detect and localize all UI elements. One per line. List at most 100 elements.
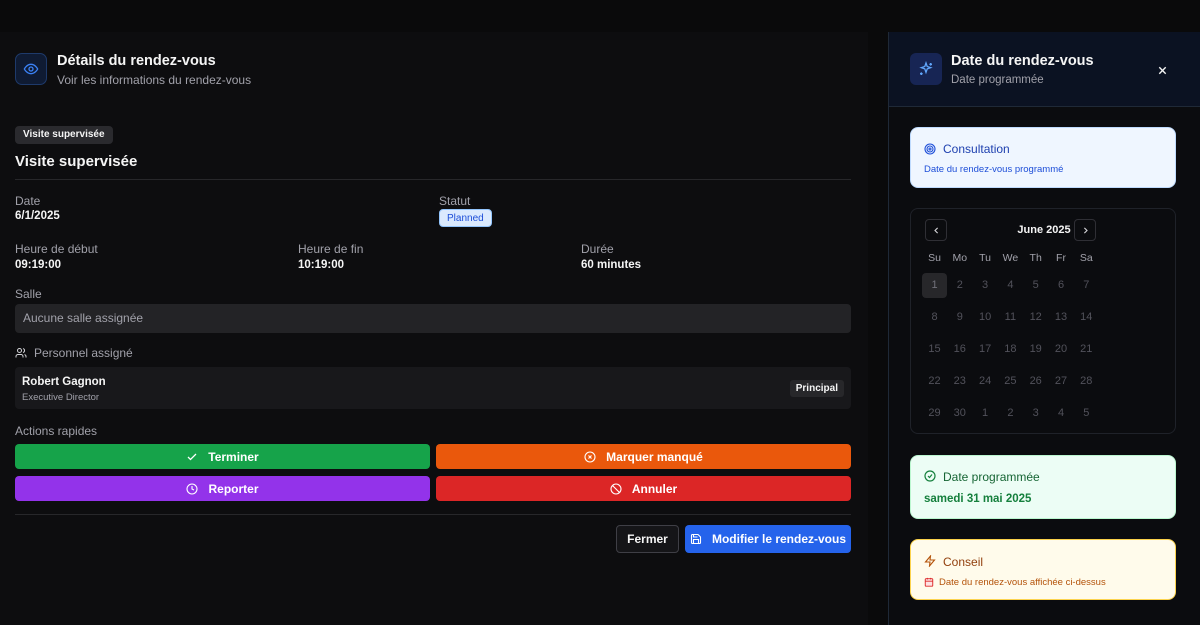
target-icon — [924, 143, 936, 155]
calendar-weekday: Th — [1029, 252, 1042, 264]
reschedule-button[interactable]: Reporter — [15, 476, 430, 501]
calendar-day[interactable]: 27 — [1049, 369, 1074, 394]
x-circle-icon — [584, 450, 596, 463]
ban-icon — [610, 482, 622, 495]
clock-icon — [186, 482, 199, 495]
calendar-day[interactable]: 29 — [922, 401, 947, 426]
side-subtitle: Date programmée — [951, 74, 1044, 86]
zap-icon — [924, 555, 936, 567]
calendar-day[interactable]: 4 — [998, 273, 1023, 298]
divider — [15, 179, 851, 180]
calendar-day[interactable]: 12 — [1023, 305, 1048, 330]
close-icon[interactable] — [1153, 61, 1171, 79]
calendar-day[interactable]: 22 — [922, 369, 947, 394]
calendar-day[interactable]: 10 — [973, 305, 998, 330]
scheduled-date-value: samedi 31 mai 2025 — [924, 493, 1032, 505]
calendar-day[interactable]: 3 — [1023, 401, 1048, 426]
calendar-day[interactable]: 1 — [973, 401, 998, 426]
edit-appointment-button[interactable]: Modifier le rendez-vous — [685, 525, 851, 553]
calendar-day[interactable]: 2 — [998, 401, 1023, 426]
start-time-value: 09:19:00 — [15, 259, 62, 271]
calendar-weekday: Mo — [952, 252, 968, 264]
appointment-type-chip: Visite supervisée — [15, 126, 113, 144]
appointment-details-panel: Détails du rendez-vous Voir les informat… — [0, 32, 868, 625]
start-time-label: Heure de début — [15, 242, 98, 256]
tip-text: Date du rendez-vous affichée ci-dessus — [939, 577, 1106, 588]
calendar-day[interactable]: 24 — [973, 369, 998, 394]
calendar-day[interactable]: 28 — [1074, 369, 1099, 394]
room-label: Salle — [15, 287, 42, 301]
complete-button[interactable]: Terminer — [15, 444, 430, 469]
date-label: Date — [15, 194, 41, 208]
eye-icon — [15, 53, 47, 85]
sparkles-icon — [910, 53, 942, 85]
calendar-day[interactable]: 1 — [922, 273, 947, 298]
next-month-button[interactable] — [1074, 219, 1096, 241]
calendar-day[interactable]: 30 — [947, 401, 972, 426]
calendar-day[interactable]: 26 — [1023, 369, 1048, 394]
mark-missed-button-label: Marquer manqué — [606, 449, 703, 464]
calendar-day[interactable]: 11 — [998, 305, 1023, 330]
calendar-day[interactable]: 13 — [1049, 305, 1074, 330]
calendar-day[interactable]: 16 — [947, 337, 972, 362]
scheduled-date-card: Date programmée samedi 31 mai 2025 — [910, 455, 1176, 519]
calendar-day[interactable]: 15 — [922, 337, 947, 362]
cancel-button[interactable]: Annuler — [436, 476, 851, 501]
complete-button-label: Terminer — [208, 449, 259, 464]
close-button[interactable]: Fermer — [616, 525, 679, 553]
calendar-day[interactable]: 8 — [922, 305, 947, 330]
calendar-day[interactable]: 7 — [1074, 273, 1099, 298]
mark-missed-button[interactable]: Marquer manqué — [436, 444, 851, 469]
calendar-weekday: We — [1002, 252, 1019, 264]
status-badge: Planned — [439, 209, 492, 227]
room-value: Aucune salle assignée — [15, 304, 851, 333]
appointment-type-title: Visite supervisée — [15, 153, 138, 170]
duration-label: Durée — [581, 242, 614, 256]
side-title: Date du rendez-vous — [951, 53, 1094, 69]
staff-card: Robert Gagnon Executive Director Princip… — [15, 367, 851, 409]
users-icon — [15, 348, 27, 358]
status-label: Statut — [439, 194, 471, 208]
end-time-label: Heure de fin — [298, 242, 364, 256]
divider — [15, 514, 851, 515]
calendar-day[interactable]: 3 — [973, 273, 998, 298]
cancel-button-label: Annuler — [631, 481, 678, 496]
calendar-day[interactable]: 6 — [1049, 273, 1074, 298]
calendar-day[interactable]: 4 — [1049, 401, 1074, 426]
calendar-day[interactable]: 9 — [947, 305, 972, 330]
calendar-day[interactable]: 23 — [947, 369, 972, 394]
staff-name: Robert Gagnon — [22, 376, 106, 388]
consultation-text: Date du rendez-vous programmé — [924, 164, 1064, 175]
calendar-month: June 2025 — [1017, 224, 1071, 236]
calendar-icon — [924, 577, 934, 587]
check-icon — [187, 453, 197, 460]
calendar-day[interactable]: 5 — [1074, 401, 1099, 426]
calendar-day[interactable]: 14 — [1074, 305, 1099, 330]
calendar-weekday: Tu — [979, 252, 992, 264]
calendar-weekday: Fr — [1056, 252, 1066, 264]
side-header: Date du rendez-vous Date programmée — [889, 32, 1200, 107]
consultation-title: Consultation — [943, 142, 1010, 156]
duration-value: 60 minutes — [581, 259, 642, 271]
calendar-day[interactable]: 19 — [1023, 337, 1048, 362]
calendar-day[interactable]: 5 — [1023, 273, 1048, 298]
calendar-day[interactable]: 17 — [973, 337, 998, 362]
calendar-day[interactable]: 20 — [1049, 337, 1074, 362]
check-circle-icon — [924, 470, 936, 482]
calendar-day[interactable]: 21 — [1074, 337, 1099, 362]
quick-actions-label: Actions rapides — [15, 424, 98, 438]
calendar-weekday: Sa — [1079, 252, 1093, 264]
calendar-weekday: Su — [928, 252, 941, 264]
staff-role-badge: Principal — [789, 380, 844, 397]
tip-title: Conseil — [943, 555, 984, 569]
staff-header: Personnel assigné — [15, 346, 133, 360]
tip-card: Conseil Date du rendez-vous affichée ci-… — [910, 539, 1176, 600]
app-root: Détails du rendez-vous Voir les informat… — [0, 0, 1200, 625]
staff-label: Personnel assigné — [34, 346, 133, 360]
calendar-day[interactable]: 18 — [998, 337, 1023, 362]
scheduled-date-title: Date programmée — [943, 470, 1040, 484]
calendar-day[interactable]: 2 — [947, 273, 972, 298]
consultation-card: Consultation Date du rendez-vous program… — [910, 127, 1176, 188]
edit-appointment-label: Modifier le rendez-vous — [711, 532, 847, 546]
calendar-day[interactable]: 25 — [998, 369, 1023, 394]
